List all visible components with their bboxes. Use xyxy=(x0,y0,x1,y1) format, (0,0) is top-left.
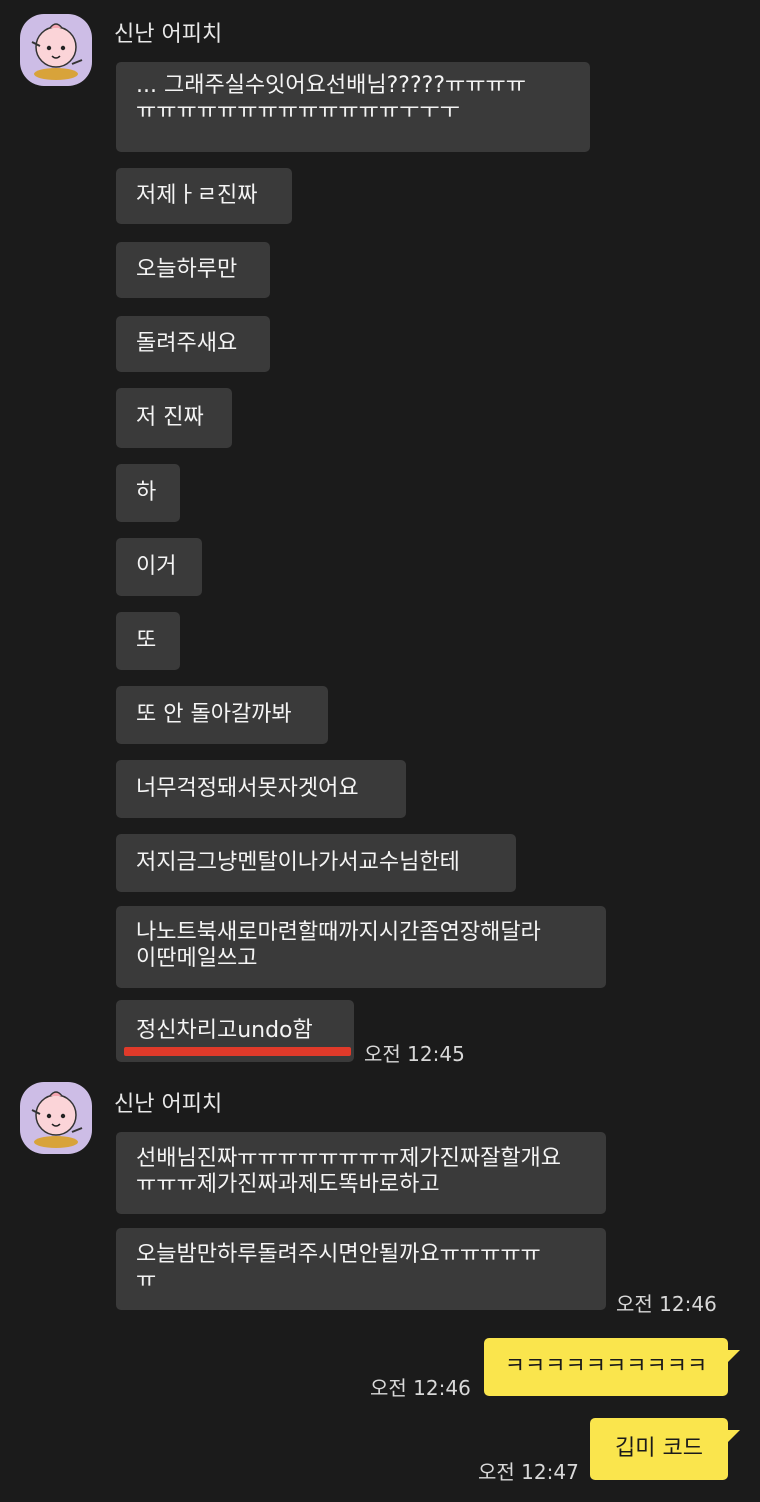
message-bubble[interactable]: 선배님진짜ㅠㅠㅠㅠㅠㅠㅠㅠ제가진짜잘할개요 ㅠㅠㅠ제가진짜과제도똑바로하고 xyxy=(116,1132,606,1214)
message-bubble[interactable]: 나노트북새로마련할때까지시간좀연장해달라 이딴메일쓰고 xyxy=(116,906,606,988)
message-bubble[interactable]: 저 진짜 xyxy=(116,388,232,448)
sender-name: 신난 어피치 xyxy=(114,22,223,47)
sender-avatar[interactable] xyxy=(20,1082,92,1154)
my-message-bubble[interactable]: ㅋㅋㅋㅋㅋㅋㅋㅋㅋㅋ xyxy=(484,1338,728,1396)
apeach-character-icon xyxy=(31,23,83,80)
message-bubble[interactable]: ... 그래주실수잇어요선배님?????ㅠㅠㅠㅠ ㅠㅠㅠㅠㅠㅠㅠㅠㅠㅠㅠㅠㅠㅜㅜ… xyxy=(116,62,590,152)
message-bubble[interactable]: 또 xyxy=(116,612,180,670)
apeach-character-icon xyxy=(31,1091,83,1148)
message-timestamp: 오전 12:46 xyxy=(370,1376,471,1400)
message-bubble[interactable]: 이거 xyxy=(116,538,202,596)
message-timestamp: 오전 12:46 xyxy=(616,1292,717,1316)
message-bubble[interactable]: 너무걱정돼서못자겟어요 xyxy=(116,760,406,818)
message-bubble[interactable]: 저제ㅏㄹ진짜 xyxy=(116,168,292,224)
message-bubble[interactable]: 오늘하루만 xyxy=(116,242,270,298)
bubble-tail xyxy=(726,1430,740,1444)
message-bubble[interactable]: 오늘밤만하루돌려주시면안될까요ㅠㅠㅠㅠㅠ ㅠ xyxy=(116,1228,606,1310)
sender-name: 신난 어피치 xyxy=(114,1092,223,1117)
message-timestamp: 오전 12:45 xyxy=(364,1042,465,1066)
red-underline-highlight xyxy=(124,1047,351,1056)
message-bubble[interactable]: 하 xyxy=(116,464,180,522)
message-bubble[interactable]: 저지금그냥멘탈이나가서교수님한테 xyxy=(116,834,516,892)
message-bubble[interactable]: 또 안 돌아갈까봐 xyxy=(116,686,328,744)
sender-avatar[interactable] xyxy=(20,14,92,86)
message-bubble[interactable]: 돌려주새요 xyxy=(116,316,270,372)
message-timestamp: 오전 12:47 xyxy=(478,1460,579,1484)
my-message-bubble[interactable]: 깁미 코드 xyxy=(590,1418,728,1480)
bubble-tail xyxy=(726,1350,740,1364)
